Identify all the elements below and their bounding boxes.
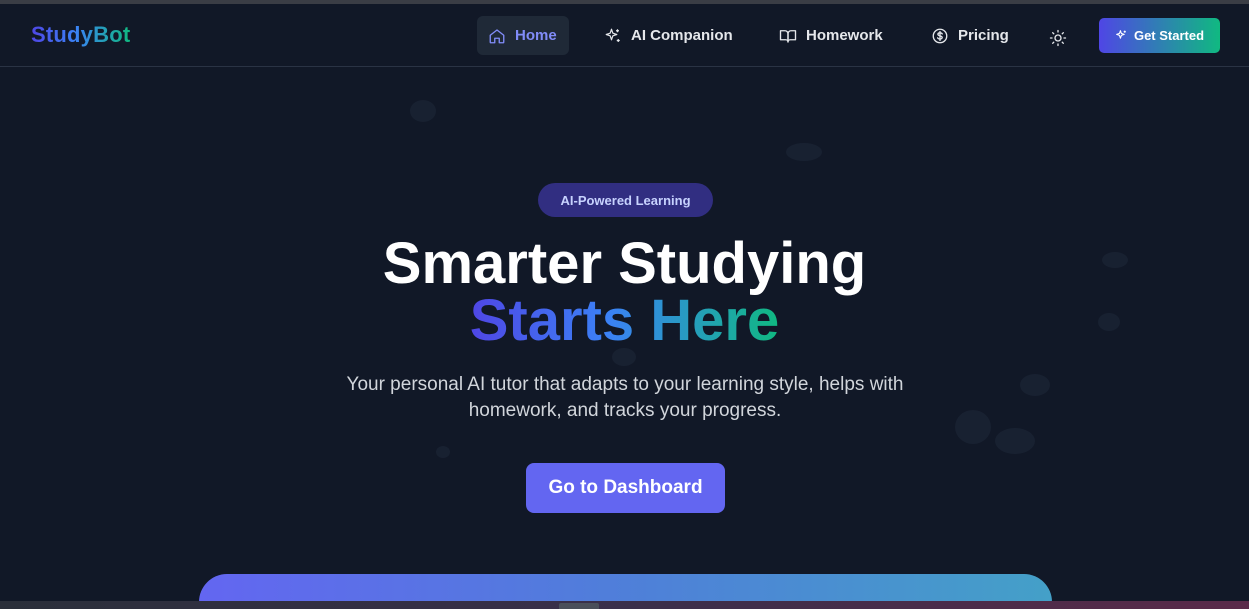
navbar: StudyBot Home AI Companion Homework Pric… [0, 4, 1249, 67]
book-icon [779, 29, 797, 43]
nav-item-home[interactable]: Home [477, 16, 569, 55]
get-started-label: Get Started [1133, 28, 1205, 43]
ai-powered-badge: AI-Powered Learning [538, 183, 713, 217]
sparkles-icon [1116, 30, 1126, 39]
sparkles-icon [605, 28, 620, 42]
background-blob [995, 428, 1035, 454]
background-blob [955, 410, 991, 444]
nav-item-label: Pricing [958, 27, 1009, 44]
nav-item-label: AI Companion [631, 27, 733, 44]
dollar-circle-icon [932, 28, 948, 43]
go-to-dashboard-button[interactable]: Go to Dashboard [526, 463, 725, 513]
sun-icon [1049, 29, 1067, 47]
brand-logo[interactable]: StudyBot [31, 22, 130, 48]
hero-title-line2: Starts Here [0, 287, 1249, 355]
bottom-tab-handle [559, 603, 599, 609]
nav-item-ai-companion[interactable]: AI Companion [593, 16, 744, 55]
nav-item-pricing[interactable]: Pricing [920, 16, 1020, 55]
hero-subtitle: Your personal AI tutor that adapts to yo… [346, 374, 904, 421]
hero-title-gradient-text: Starts Here [469, 288, 780, 353]
window-bottom-bar [0, 601, 1249, 609]
nav-item-homework[interactable]: Homework [768, 16, 894, 55]
home-icon [489, 28, 505, 43]
background-blob [436, 446, 450, 458]
get-started-button[interactable]: Get Started [1099, 18, 1220, 53]
nav-item-label: Home [515, 27, 557, 44]
background-blob [1020, 374, 1050, 396]
background-blob [410, 100, 436, 122]
background-blob [786, 143, 822, 161]
theme-toggle-button[interactable] [1046, 26, 1070, 50]
nav-item-label: Homework [806, 27, 883, 44]
